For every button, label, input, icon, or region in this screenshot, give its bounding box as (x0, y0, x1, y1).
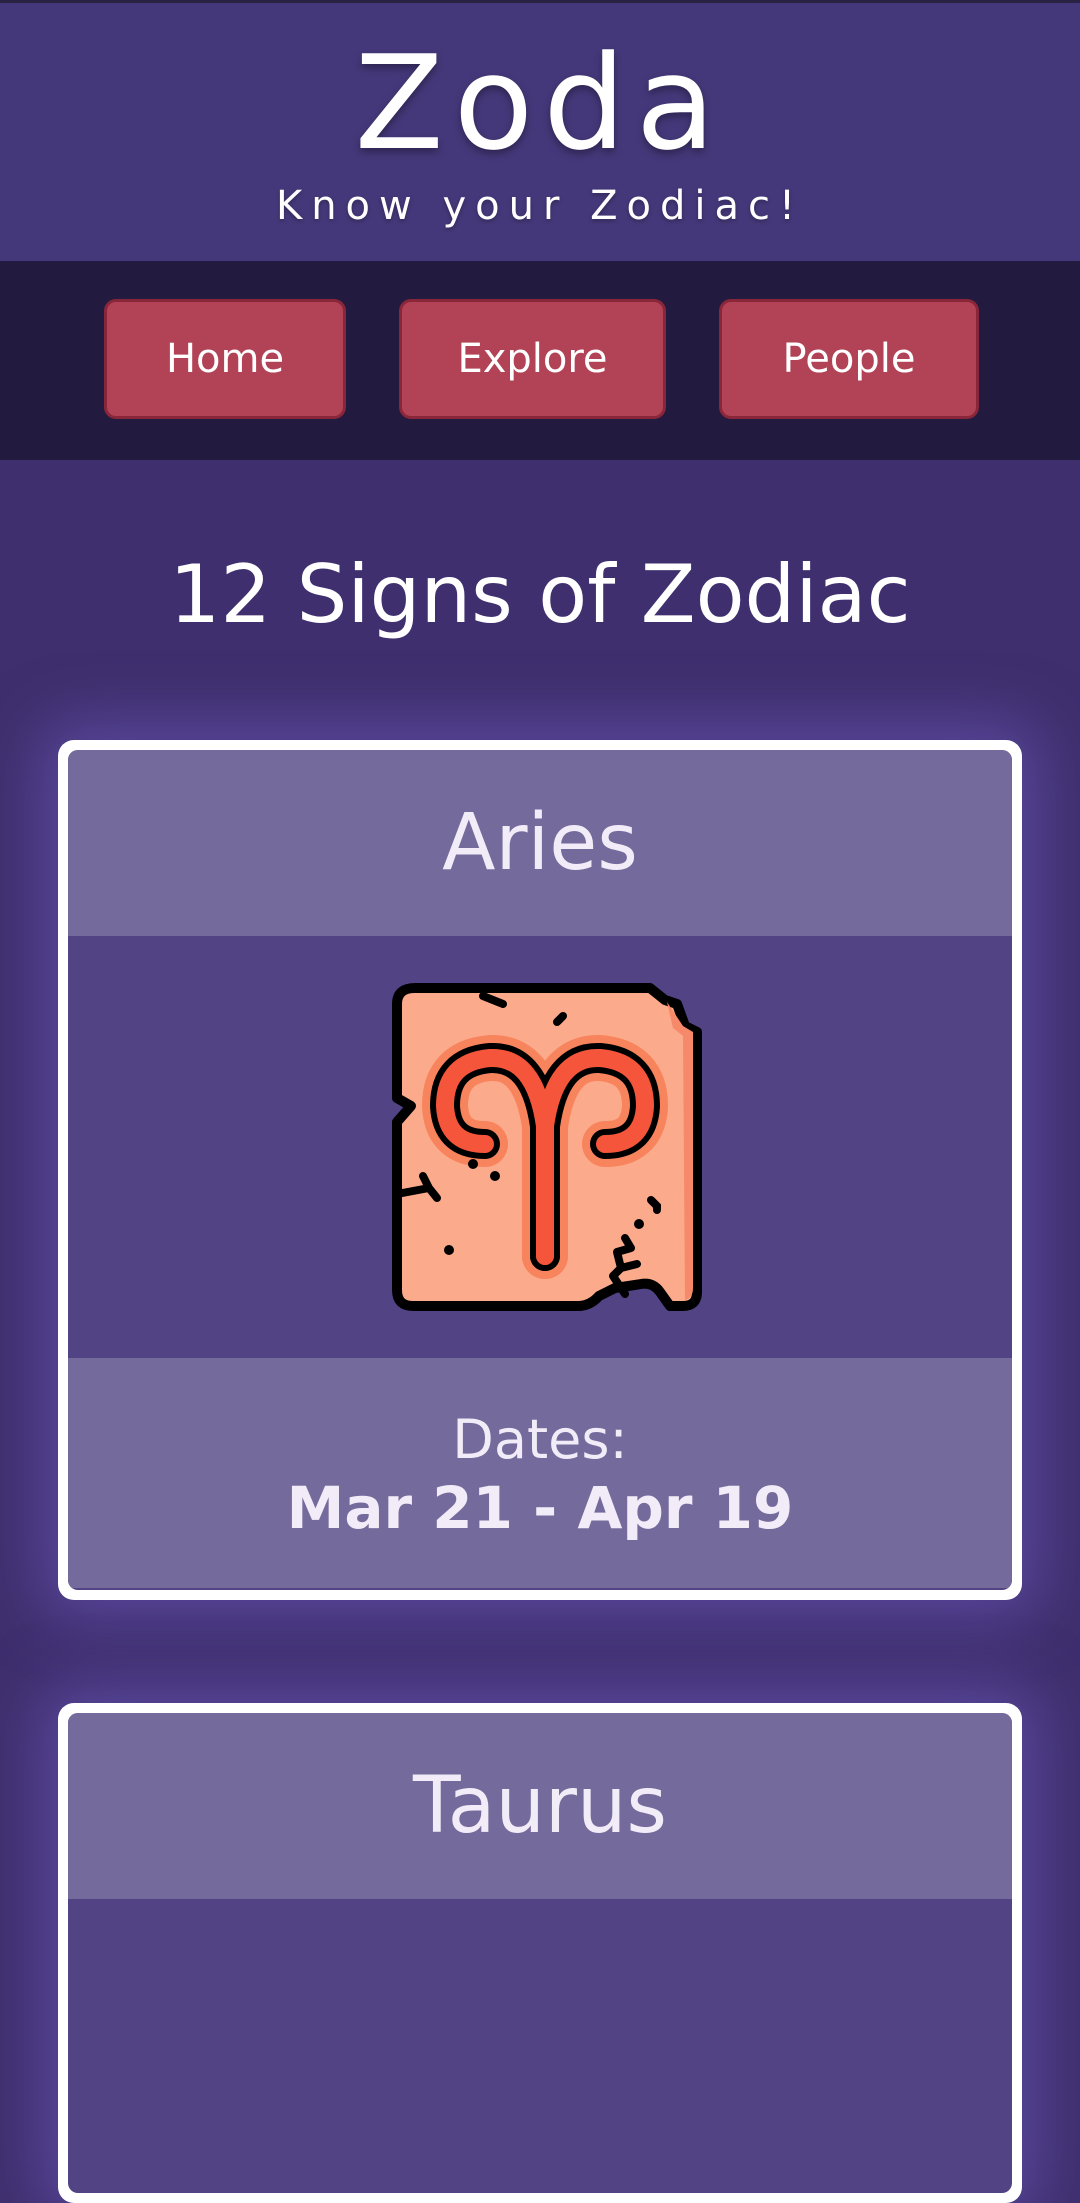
dates-value: Mar 21 - Apr 19 (286, 1474, 794, 1542)
zodiac-card-aries[interactable]: Aries Dates: Mar 21 - Apr 19 (58, 740, 1022, 1600)
main-nav: Home Explore People (0, 261, 1080, 460)
nav-home-button[interactable]: Home (104, 299, 346, 419)
tagline: Know your Zodiac! (275, 183, 805, 229)
card-image (68, 936, 1012, 1358)
nav-people-button[interactable]: People (719, 299, 979, 419)
dates-label: Dates: (452, 1408, 628, 1471)
zodiac-card-taurus[interactable]: Taurus (58, 1703, 1022, 2203)
card-title: Aries (68, 750, 1012, 936)
page-title: 12 Signs of Zodiac (169, 548, 911, 641)
nav-explore-button[interactable]: Explore (399, 299, 666, 419)
site-header: Zoda Know your Zodiac! (0, 0, 1080, 261)
card-dates: Dates: Mar 21 - Apr 19 (68, 1358, 1012, 1588)
card-inner: Aries Dates: Mar 21 - Apr 19 (68, 750, 1012, 1590)
card-inner: Taurus (68, 1713, 1012, 2193)
brand-title: Zoda (354, 27, 726, 179)
aries-icon (392, 983, 702, 1311)
card-title: Taurus (68, 1713, 1012, 1899)
